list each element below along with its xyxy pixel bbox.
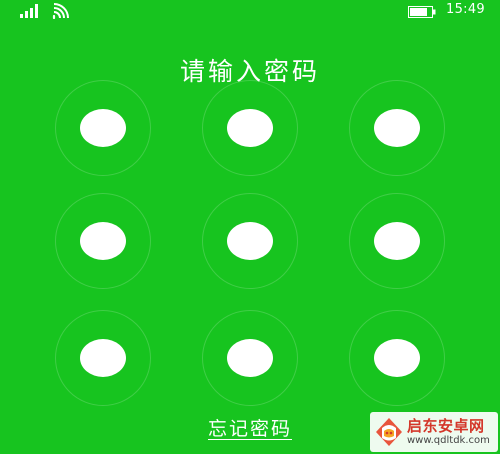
battery-icon [408,6,436,18]
pattern-dot-center [374,339,420,377]
watermark-name: 启东安卓网 [407,417,485,435]
watermark: 启东安卓网 www.qdltdk.com [370,412,498,452]
status-bar: 15:49 [0,0,500,24]
watermark-logo-icon [376,418,402,446]
watermark-url: www.qdltdk.com [407,435,490,446]
pattern-dot-2[interactable] [202,80,298,176]
pattern-dot-7[interactable] [55,310,151,406]
clock: 15:49 [446,2,485,17]
pattern-dot-center [227,109,273,147]
pattern-dot-center [80,222,126,260]
wifi-icon [52,3,69,19]
pattern-dot-center [374,222,420,260]
pattern-dot-5[interactable] [202,193,298,289]
pattern-dot-3[interactable] [349,80,445,176]
pattern-dot-center [80,109,126,147]
forgot-password-label: 忘记密码 [207,418,292,440]
pattern-dot-center [374,109,420,147]
signal-icon [20,4,38,18]
pattern-dot-1[interactable] [55,80,151,176]
pattern-dot-4[interactable] [55,193,151,289]
pattern-dot-8[interactable] [202,310,298,406]
pattern-dot-center [227,222,273,260]
pattern-dot-9[interactable] [349,310,445,406]
pattern-dot-center [227,339,273,377]
lock-screen: 15:49 请输入密码 忘记密码 启东安卓网 www.qdltdk.com [0,0,500,454]
pattern-dot-center [80,339,126,377]
pattern-dot-6[interactable] [349,193,445,289]
